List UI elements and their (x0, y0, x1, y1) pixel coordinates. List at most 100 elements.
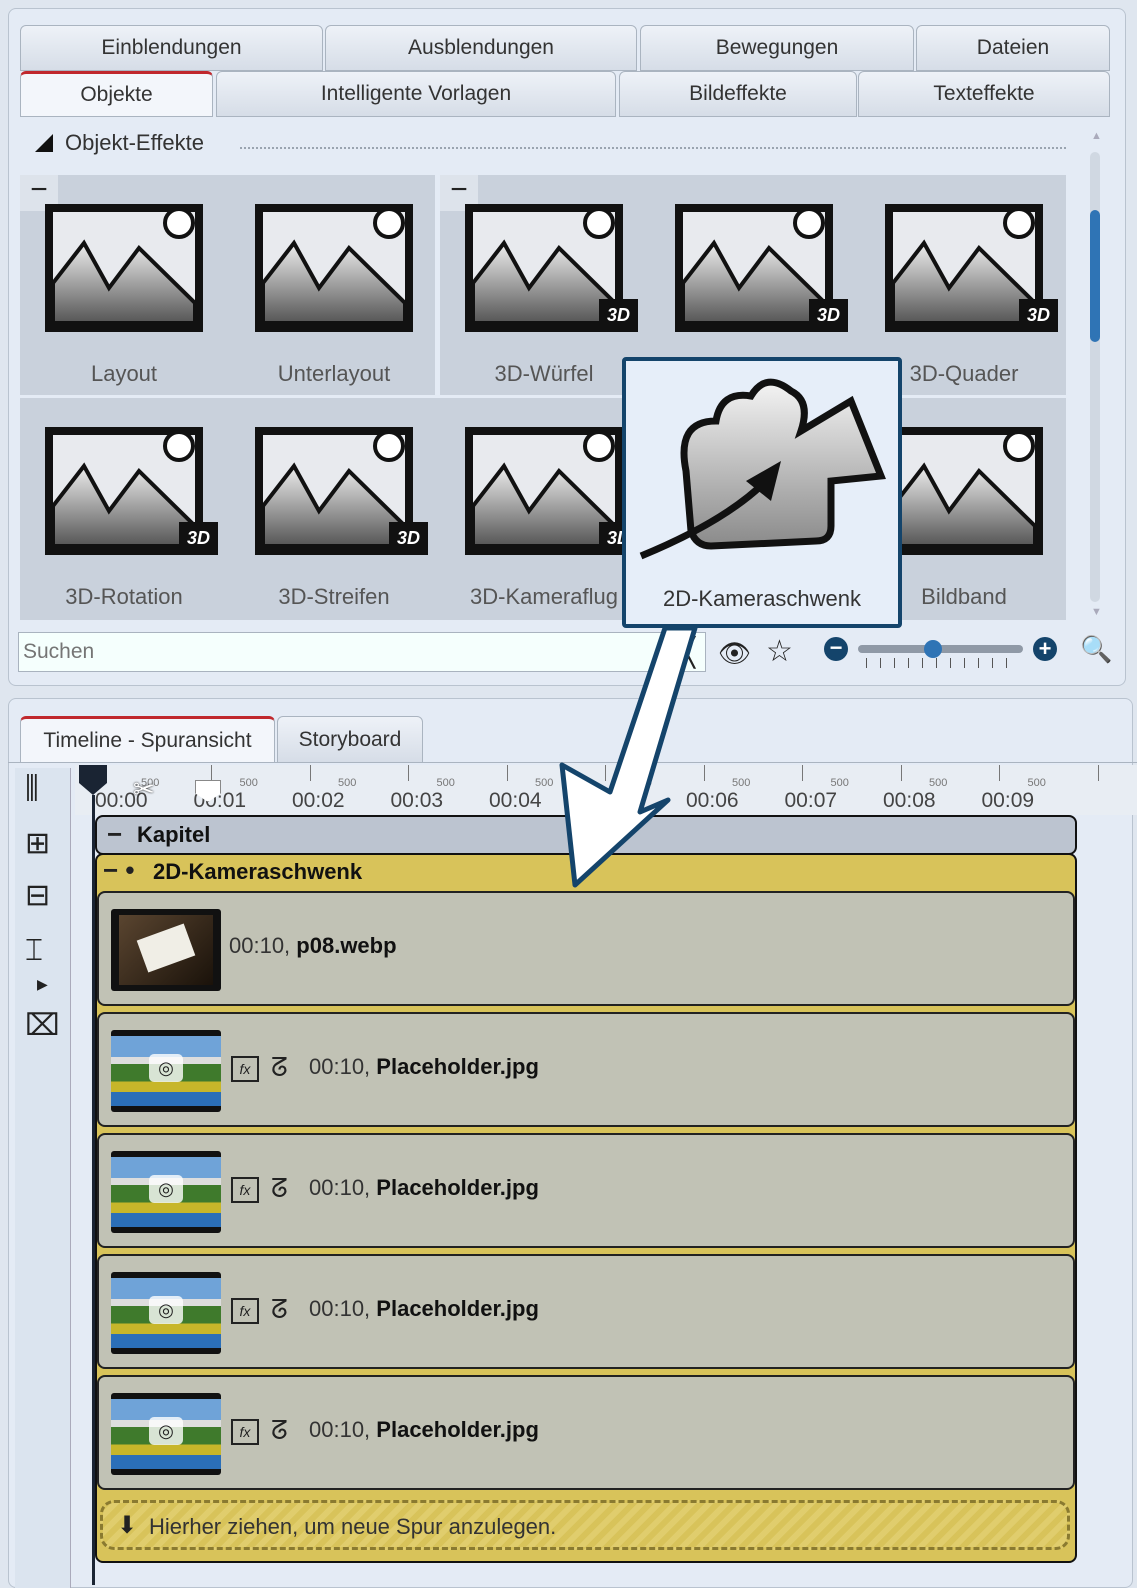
clear-search-icon[interactable]: ╳ (678, 636, 695, 669)
effects-grid: − − Layout Unterlayout 3D 3D-Würfel 3D 3D 3D-Q… (20, 175, 1066, 620)
ruler-sub-label: 500 (830, 777, 849, 789)
clip-filename: Placeholder.jpg (376, 1417, 539, 1442)
effect-tooltip-2d-kameraschwenk[interactable]: 2D-Kameraschwenk (622, 357, 902, 628)
tab-ausblendungen[interactable]: Ausblendungen (325, 25, 637, 71)
clip-info: 00:10, Placeholder.jpg (309, 1296, 539, 1322)
collapse-icon[interactable]: − (107, 819, 122, 850)
collapse-icon[interactable]: − • (103, 855, 135, 886)
ruler-tick (1097, 765, 1099, 781)
3d-badge: 3D (178, 522, 218, 555)
effect-tile[interactable]: 3D 3D-Rotation (20, 398, 228, 616)
placeholder-thumbnail: ◎ (111, 1393, 221, 1475)
ruler-sub-label: 500 (239, 777, 258, 789)
remove-track-icon[interactable]: ⊟ (25, 878, 50, 913)
effect-tile[interactable]: Layout (20, 175, 228, 393)
fit-all-icon[interactable]: ⌧ (25, 1008, 60, 1043)
fx-icon[interactable]: fx (231, 1419, 259, 1445)
group-label: 2D-Kameraschwenk (153, 859, 363, 884)
tab-bewegungen[interactable]: Bewegungen (640, 25, 914, 71)
ruler-tick (605, 765, 606, 781)
effect-tile[interactable]: 3D 3D-Kameraflug (440, 398, 648, 616)
download-arrow-icon: ⬇ (117, 1512, 138, 1539)
placeholder-thumbnail: ◎ (111, 1272, 221, 1354)
search-input[interactable] (18, 632, 706, 672)
scrollbar[interactable]: ▲ ▼ (1088, 130, 1102, 620)
motion-path-icon[interactable]: ᘔ (271, 1052, 288, 1084)
drop-hint: Hierher ziehen, um neue Spur anzulegen. (149, 1514, 557, 1539)
effect-thumbnail-icon (255, 204, 413, 332)
ruler-tick (309, 765, 311, 781)
clip-track[interactable]: ◎ fx ᘔ 00:10, Placeholder.jpg (97, 1012, 1075, 1127)
fx-icon[interactable]: fx (231, 1177, 259, 1203)
timeline-ruler[interactable]: 00:00 500 00:01 500 00:02 500 00:03 500 00:04 500… (75, 765, 1137, 815)
scissors-icon[interactable]: ✂ (133, 774, 155, 805)
size-slider[interactable] (858, 640, 1023, 658)
drop-zone[interactable]: ⬇ Hierher ziehen, um neue Spur anzulegen… (100, 1500, 1070, 1550)
effect-tile[interactable]: 3D 3D-Streifen (230, 398, 438, 616)
clip-filename: Placeholder.jpg (376, 1296, 539, 1321)
ruler-tick (506, 765, 508, 781)
tab-einblendungen[interactable]: Einblendungen (20, 25, 323, 71)
effect-label: Bildband (921, 584, 1007, 609)
tab-timeline-1[interactable]: Storyboard (277, 716, 423, 763)
ruler-tick (999, 765, 1000, 781)
clip-track[interactable]: ◎ fx ᘔ 00:10, Placeholder.jpg (97, 1375, 1075, 1490)
effect-tile[interactable]: 3D 3D-Würfel (440, 175, 648, 393)
clip-info: 00:10, p08.webp (229, 933, 397, 959)
slider-thumb[interactable] (924, 640, 942, 658)
add-track-icon[interactable]: ⊞ (25, 826, 50, 861)
motion-path-icon[interactable]: ᘔ (271, 1173, 288, 1205)
tab-texteffekte[interactable]: Texteffekte (858, 71, 1110, 117)
ruler-tick-label: 00:02 (292, 789, 345, 812)
motion-path-icon[interactable]: ᘔ (271, 1415, 288, 1447)
motion-path-icon[interactable]: ᘔ (271, 1294, 288, 1326)
clip-duration: 00:10, (229, 933, 291, 958)
fx-icon[interactable]: fx (231, 1298, 259, 1324)
effect-label: 3D-Würfel (494, 361, 594, 386)
scrollbar-thumb[interactable] (1090, 210, 1100, 342)
tab-bildeffekte[interactable]: Bildeffekte (619, 71, 857, 117)
tab-dateien[interactable]: Dateien (916, 25, 1110, 71)
fit-width-icon[interactable]: ⌶ (25, 934, 43, 968)
clip-info: 00:10, Placeholder.jpg (309, 1175, 539, 1201)
divider (240, 147, 1066, 149)
zoom-fit-icon[interactable]: 🔍 (1080, 634, 1112, 665)
ruler-sub-label: 500 (436, 777, 455, 789)
3d-badge: 3D (1018, 299, 1058, 332)
clip-track[interactable]: ◎ fx ᘔ 00:10, Placeholder.jpg (97, 1133, 1075, 1248)
tab-timeline-0[interactable]: Timeline - Spuransicht (20, 716, 275, 763)
effect-label: 3D-Kameraflug (470, 584, 618, 609)
clip-filename: Placeholder.jpg (376, 1054, 539, 1079)
camera-icon: ◎ (149, 1175, 183, 1203)
clip-track[interactable]: ◎ fx ᘔ 00:10, Placeholder.jpg (97, 1254, 1075, 1369)
ruler-tick-label: 00:09 (981, 789, 1035, 812)
expand-arrow-icon[interactable]: ▶ (37, 976, 48, 993)
effect-tile[interactable]: Unterlayout (230, 175, 438, 393)
3d-badge: 3D (808, 299, 848, 332)
chapter-track[interactable]: − Kapitel (95, 815, 1077, 855)
tab-intelligente-vorlagen[interactable]: Intelligente Vorlagen (216, 71, 616, 117)
ruler-sub-label: 500 (535, 777, 554, 789)
ruler-tick-label: 00:06 (686, 789, 739, 812)
tab-objekte[interactable]: Objekte (20, 71, 213, 117)
ruler-sub-label: 500 (929, 777, 948, 789)
clip-track[interactable]: 00:10, p08.webp (97, 891, 1075, 1006)
clip-info: 00:10, Placeholder.jpg (309, 1054, 539, 1080)
camera-icon: ◎ (149, 1417, 183, 1445)
zoom-in-button[interactable]: + (1033, 637, 1057, 661)
split-tracks-icon[interactable]: ⫼ (25, 772, 39, 806)
effect-label: Layout (90, 361, 158, 386)
effect-label: 3D-Streifen (278, 584, 390, 609)
fx-icon[interactable]: fx (231, 1056, 259, 1082)
ruler-sub-label: 500 (732, 777, 751, 789)
ruler-sub-label: 500 (633, 777, 652, 789)
ruler-tick (211, 765, 212, 781)
section-header[interactable]: Objekt-Effekte (35, 130, 204, 156)
star-icon[interactable]: ☆ (766, 634, 793, 669)
collapse-triangle-icon[interactable] (35, 134, 53, 152)
ruler-tick-label: 00:08 (883, 789, 936, 812)
effect-thumbnail-icon (45, 204, 203, 332)
zoom-out-button[interactable]: − (824, 637, 848, 661)
eye-icon[interactable]: 👁 (718, 638, 751, 669)
placeholder-thumbnail: ◎ (111, 1030, 221, 1112)
